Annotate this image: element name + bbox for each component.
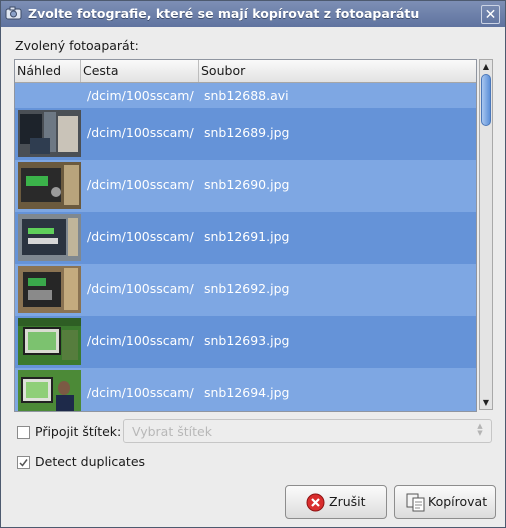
list-row[interactable]: /dcim/100sscam/ snb12688.avi: [15, 83, 476, 108]
cancel-button-label: Zrušit: [329, 494, 366, 509]
copy-icon: [406, 493, 425, 512]
tag-select[interactable]: Vybrat štítek ▲ ▼: [123, 419, 492, 443]
list-row[interactable]: /dcim/100sscam/ snb12691.jpg: [15, 212, 476, 264]
copy-button-label: Kopírovat: [428, 494, 488, 509]
detect-duplicates-checkbox[interactable]: [17, 456, 30, 469]
spin-arrows-icon: ▲ ▼: [477, 422, 483, 437]
photo-thumbnail: [18, 318, 81, 365]
scroll-up-icon[interactable]: ▲: [480, 60, 492, 73]
row-filename: snb12688.avi: [204, 88, 289, 103]
row-filename: snb12690.jpg: [204, 177, 290, 192]
row-filename: snb12692.jpg: [204, 281, 290, 296]
cancel-button[interactable]: Zrušit: [285, 485, 387, 519]
list-header: Náhled Cesta Soubor: [15, 60, 476, 83]
scrollbar-thumb[interactable]: [481, 74, 491, 126]
row-filename: snb12693.jpg: [204, 333, 290, 348]
title-bar[interactable]: Zvolte fotografie, které se mají kopírov…: [1, 1, 505, 27]
detect-duplicates-label[interactable]: Detect duplicates: [35, 454, 145, 469]
row-path: /dcim/100sscam/: [87, 281, 194, 296]
photo-thumbnail: [18, 162, 81, 209]
attach-tag-checkbox[interactable]: [17, 426, 30, 439]
column-header-path[interactable]: Cesta: [81, 60, 199, 82]
row-path: /dcim/100sscam/: [87, 333, 194, 348]
photo-thumbnail: [18, 110, 81, 157]
attach-tag-label[interactable]: Připojit štítek:: [35, 424, 121, 439]
row-filename: snb12691.jpg: [204, 229, 290, 244]
column-header-preview[interactable]: Náhled: [15, 60, 81, 82]
list-row[interactable]: /dcim/100sscam/ snb12694.jpg: [15, 368, 476, 411]
selected-camera-label: Zvolený fotoaparát:: [15, 38, 139, 53]
checkmark-icon: [19, 459, 28, 467]
row-filename: snb12694.jpg: [204, 385, 290, 400]
row-path: /dcim/100sscam/: [87, 229, 194, 244]
vertical-scrollbar[interactable]: ▲ ▼: [479, 59, 493, 410]
camera-app-icon: [5, 6, 22, 20]
photo-thumbnail: [18, 214, 81, 261]
cancel-icon: [306, 493, 325, 512]
row-path: /dcim/100sscam/: [87, 88, 194, 103]
close-icon[interactable]: ✕: [481, 5, 500, 24]
dialog-window: Zvolte fotografie, které se mají kopírov…: [0, 0, 506, 528]
photo-thumbnail: [18, 370, 81, 411]
row-path: /dcim/100sscam/: [87, 125, 194, 140]
row-path: /dcim/100sscam/: [87, 385, 194, 400]
photo-thumbnail: [18, 266, 81, 313]
row-filename: snb12689.jpg: [204, 125, 290, 140]
tag-select-placeholder: Vybrat štítek: [132, 424, 212, 439]
row-path: /dcim/100sscam/: [87, 177, 194, 192]
window-title: Zvolte fotografie, které se mají kopírov…: [28, 6, 420, 21]
photo-list[interactable]: Náhled Cesta Soubor /dcim/100sscam/ snb1…: [14, 59, 477, 412]
list-row[interactable]: /dcim/100sscam/ snb12693.jpg: [15, 316, 476, 368]
list-row[interactable]: /dcim/100sscam/ snb12689.jpg: [15, 108, 476, 160]
column-header-file[interactable]: Soubor: [199, 60, 476, 82]
copy-button[interactable]: Kopírovat: [394, 485, 496, 519]
list-row[interactable]: /dcim/100sscam/ snb12692.jpg: [15, 264, 476, 316]
list-row[interactable]: /dcim/100sscam/ snb12690.jpg: [15, 160, 476, 212]
scroll-down-icon[interactable]: ▼: [480, 396, 492, 409]
